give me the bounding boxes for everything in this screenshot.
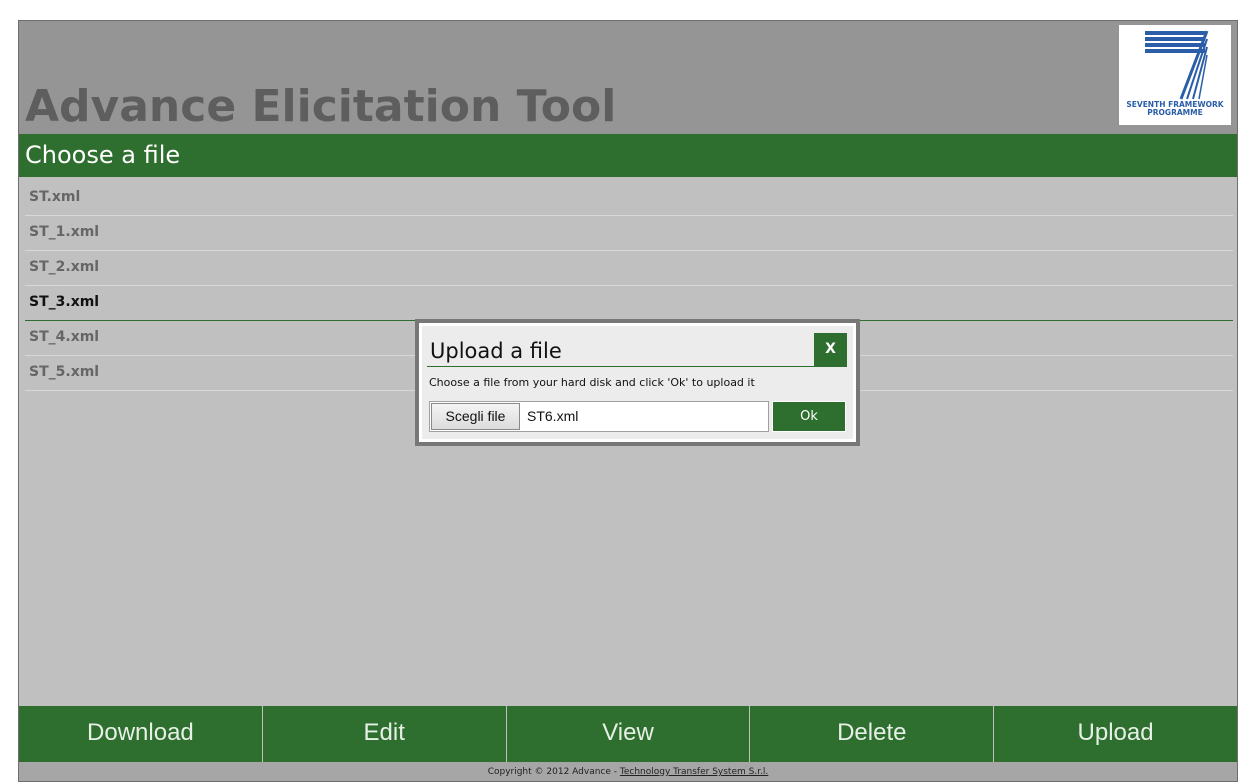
fp7-logo: SEVENTH FRAMEWORK PROGRAMME: [1119, 25, 1231, 125]
edit-button[interactable]: Edit: [263, 706, 507, 762]
fp7-logo-line2: PROGRAMME: [1147, 108, 1203, 117]
upload-button[interactable]: Upload: [994, 706, 1237, 762]
view-button[interactable]: View: [507, 706, 751, 762]
file-list-item[interactable]: ST_2.xml: [25, 251, 1233, 286]
file-list-item[interactable]: ST.xml: [25, 181, 1233, 216]
choose-file-button[interactable]: Scegli file: [431, 403, 520, 430]
app-header: Advance Elicitation Tool SEVENTH FRAMEWO…: [19, 21, 1237, 134]
download-button[interactable]: Download: [19, 706, 263, 762]
file-input[interactable]: Scegli file ST6.xml: [429, 401, 769, 432]
close-button[interactable]: X: [814, 333, 847, 366]
selected-file-name: ST6.xml: [527, 408, 579, 424]
upload-dialog: Upload a file X Choose a file from your …: [415, 319, 860, 446]
fp7-seven-icon: [1145, 30, 1209, 100]
footer-link[interactable]: Technology Transfer System S.r.l.: [620, 767, 768, 777]
ok-button[interactable]: Ok: [772, 401, 846, 432]
delete-button[interactable]: Delete: [750, 706, 995, 762]
app-title: Advance Elicitation Tool: [25, 81, 617, 132]
action-toolbar: Download Edit View Delete Upload: [19, 706, 1237, 762]
file-list-item[interactable]: ST_1.xml: [25, 216, 1233, 251]
dialog-title: Upload a file: [430, 339, 562, 363]
dialog-divider: [427, 366, 847, 367]
footer: Copyright © 2012 Advance - Technology Tr…: [19, 762, 1237, 781]
section-title: Choose a file: [25, 141, 181, 169]
section-header: Choose a file: [19, 134, 1237, 177]
footer-copyright: Copyright © 2012 Advance -: [487, 767, 620, 777]
dialog-description: Choose a file from your hard disk and cl…: [429, 376, 755, 389]
file-list-item-selected[interactable]: ST_3.xml: [25, 286, 1233, 321]
